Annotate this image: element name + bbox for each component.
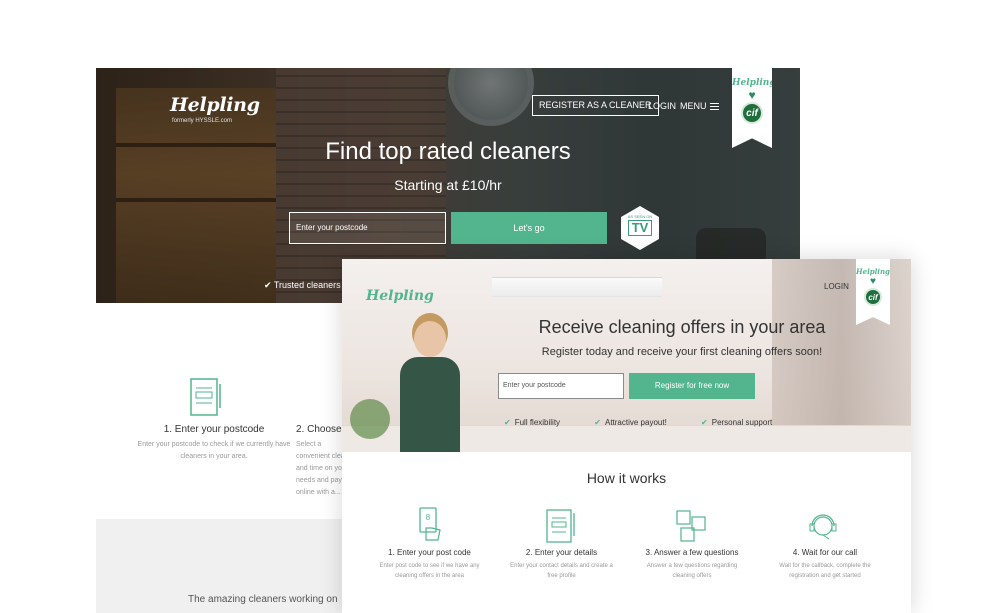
front-login-link[interactable]: LOGIN (824, 282, 849, 291)
headset-icon (809, 514, 837, 540)
step-description: Wait for the callback, complete the regis… (779, 563, 871, 579)
back-logo[interactable]: Helpling formerly HYSSLE.com (170, 94, 260, 124)
step-description: Enter your postcode to check if we curre… (137, 441, 291, 460)
back-logo-subtitle: formerly HYSSLE.com (172, 118, 233, 124)
cif-logo: cif (741, 102, 763, 124)
benefit-item: ✔ Full flexibility (504, 418, 561, 427)
back-logo-wordmark: Helpling (170, 94, 260, 116)
how-step-4: 4. Wait for our call Wait for the callba… (757, 548, 893, 581)
how-it-works-heading: How it works (586, 470, 667, 486)
step-title: 1. Enter your post code (388, 548, 471, 557)
lets-go-button[interactable]: Let's go (451, 212, 607, 244)
notebook-icon (546, 509, 575, 543)
front-logo[interactable]: Helpling (366, 288, 434, 304)
tv-icon: TV (628, 220, 652, 236)
how-step-1: 1. Enter your post code Enter post code … (362, 548, 497, 581)
back-menu-button[interactable]: MENU (680, 101, 719, 111)
check-icon: ✔ (264, 280, 274, 290)
heart-icon: ♥ (870, 276, 876, 287)
heart-icon: ♥ (748, 88, 756, 102)
menu-label: MENU (680, 101, 707, 111)
tv-badge-caption: AS SEEN ON (627, 214, 653, 219)
check-icon: ✔ (594, 418, 601, 427)
front-page-screenshot: Helpling LOGIN Helpling ♥ cif Receive cl… (342, 259, 911, 613)
ribbon-logo: Helpling (732, 78, 776, 88)
hero-photo-plant (350, 399, 390, 439)
front-hero-title: Receive cleaning offers in your area (538, 317, 826, 337)
hero-photo-cleaner (400, 321, 460, 452)
hamburger-icon (709, 103, 719, 110)
cleaner-head (414, 321, 446, 357)
register-for-free-button[interactable]: Register for free now (629, 373, 755, 399)
back-hero-title: Find top rated cleaners (325, 138, 571, 165)
ribbon-logo: Helpling (856, 267, 890, 276)
back-partner-ribbon: Helpling ♥ cif (732, 68, 772, 148)
step-title: 1. Enter your postcode (163, 424, 265, 435)
front-hero-banner: Helpling LOGIN Helpling ♥ cif Receive cl… (342, 259, 911, 452)
svg-text:8: 8 (426, 513, 431, 522)
step-description: Enter post code to see if we have any cle… (379, 563, 480, 579)
register-as-cleaner-button[interactable]: REGISTER AS A CLEANER (532, 95, 659, 116)
step-description: Enter your contact details and create af… (510, 563, 613, 579)
benefits-list: ✔ Full flexibility ✔ Attractive payout! ✔ P… (504, 418, 804, 427)
back-hero-subtitle: Starting at £10/hr (394, 177, 502, 193)
front-postcode-input[interactable]: Enter your postcode (498, 373, 624, 399)
trusted-label: Trusted cleaners (273, 280, 341, 290)
check-icon: ✔ (701, 418, 708, 427)
back-postcode-input[interactable]: Enter your postcode (289, 212, 446, 244)
benefit-item: ✔ Personal support (701, 418, 773, 427)
hero-photo-extractor-hood (492, 277, 662, 297)
amazing-cleaners-heading: The amazing cleaners working on (188, 594, 338, 605)
check-icon: ✔ (504, 418, 511, 427)
front-partner-ribbon: Helpling ♥ cif (856, 259, 890, 325)
step-title: 3. Answer a few questions (645, 548, 739, 557)
cleaner-body (400, 357, 460, 452)
back-step-1: 1. Enter your postcode Enter your postco… (134, 424, 294, 463)
step-title: 4. Wait for our call (792, 548, 858, 557)
notebook-icon (190, 378, 221, 416)
how-step-2: 2. Enter your details Enter your contact… (494, 548, 629, 581)
phone-postcode-icon: 8 (419, 507, 441, 541)
trusted-cleaners-note: ✔ Trusted cleaners (264, 280, 341, 291)
benefit-item: ✔ Attractive payout! (594, 418, 667, 427)
how-step-3: 3. Answer a few questions Answer a few q… (624, 548, 760, 581)
step-title: 2. Enter your details (525, 548, 598, 557)
questions-icon (676, 510, 706, 542)
back-login-link[interactable]: LOGIN (648, 101, 676, 111)
cif-logo: cif (864, 288, 882, 306)
step-description: Answer a few questions regarding cleaning… (646, 563, 738, 579)
front-hero-subtitle: Register today and receive your first cl… (541, 346, 823, 358)
